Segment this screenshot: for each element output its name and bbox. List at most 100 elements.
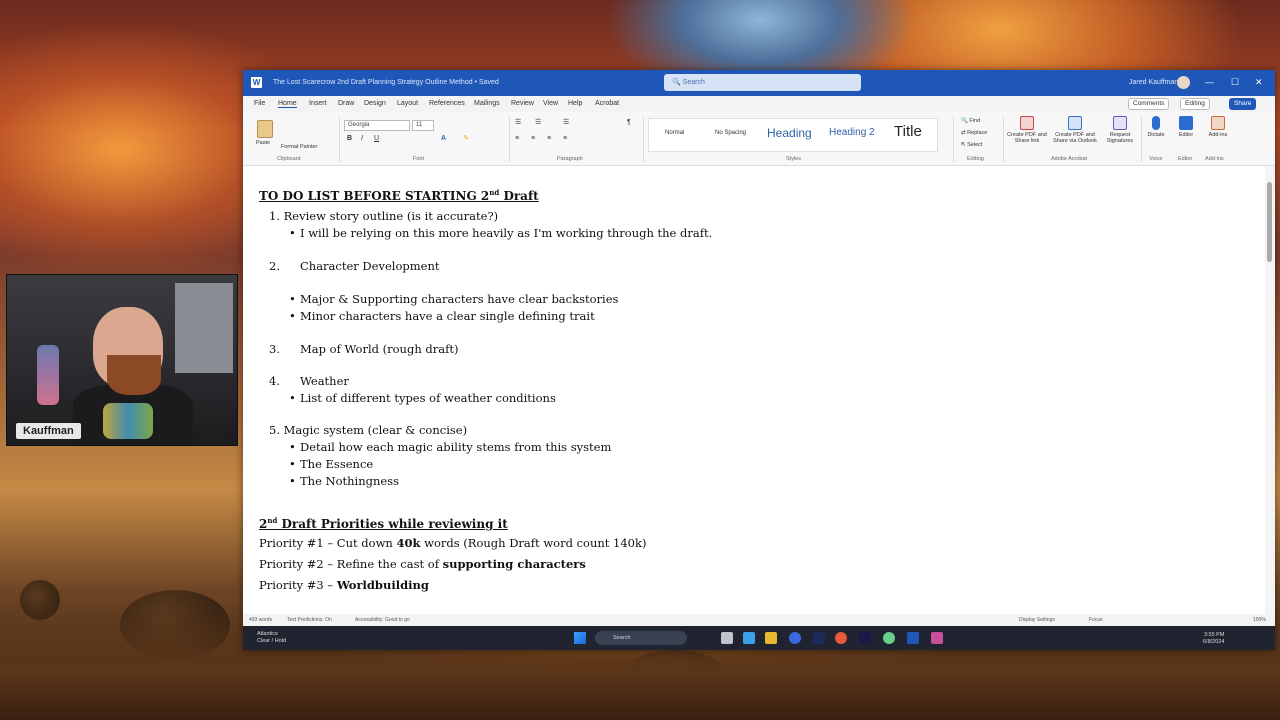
taskbar: Atlantics Clear / Hold Search 3:55 PM 6/… — [243, 626, 1275, 650]
file-explorer-icon[interactable] — [765, 632, 777, 644]
minimize-button[interactable]: — — [1205, 77, 1214, 87]
tab-layout[interactable]: Layout — [397, 100, 418, 107]
microphone-icon — [1152, 116, 1160, 130]
weather-subtitle: Clear / Hold — [257, 638, 287, 644]
focus-button[interactable]: Focus — [1089, 617, 1103, 623]
clock-time: 3:55 PM — [1203, 632, 1225, 638]
accessibility-status[interactable]: Accessibility: Good to go — [355, 617, 410, 623]
numbering-icon[interactable]: ☰ — [535, 119, 541, 126]
pdf-icon — [1020, 116, 1034, 130]
zoom-level[interactable]: 100% — [1253, 617, 1266, 623]
close-button[interactable]: ✕ — [1255, 77, 1263, 88]
camera-app-icon[interactable] — [931, 632, 943, 644]
replace-label: Replace — [967, 130, 988, 136]
align-left-icon[interactable]: ≡ — [515, 135, 519, 142]
share-button[interactable]: Share — [1229, 98, 1257, 110]
search-input[interactable]: 🔍 Search — [664, 74, 861, 91]
ribbon-divider — [509, 116, 510, 162]
underline-button[interactable]: U — [374, 135, 379, 142]
create-pdf-outlook-button[interactable]: Create PDF and Share via Outlook — [1051, 116, 1099, 144]
show-marks-icon[interactable]: ¶ — [627, 119, 631, 126]
dictate-button[interactable]: Dictate — [1145, 116, 1167, 138]
create-pdf-share-label: Create PDF and Share link — [1007, 132, 1047, 144]
document-title: The Lost Scarecrow 2nd Draft Planning St… — [273, 79, 499, 86]
scrollbar-thumb[interactable] — [1267, 182, 1272, 262]
highlight-icon[interactable]: ✎ — [463, 135, 469, 142]
user-name[interactable]: Jared Kauffman — [1129, 79, 1178, 86]
italic-button[interactable]: I — [361, 135, 363, 142]
avatar[interactable] — [1177, 76, 1190, 89]
editor-icon — [1179, 116, 1193, 130]
replace-button[interactable]: ⇄ Replace — [961, 130, 987, 136]
tab-insert[interactable]: Insert — [309, 100, 327, 107]
create-pdf-share-button[interactable]: Create PDF and Share link — [1007, 116, 1047, 144]
editor-button[interactable]: Editor — [1175, 116, 1197, 138]
priority-1-suffix: words (Rough Draft word count 140k) — [420, 536, 647, 550]
style-heading[interactable]: Heading — [767, 126, 812, 140]
ribbon-divider — [643, 116, 644, 162]
priorities-heading: 2nd Draft Priorities while reviewing it — [259, 516, 508, 531]
document-body[interactable]: TO DO LIST BEFORE STARTING 2nd Draft 1. … — [243, 166, 1265, 614]
search-placeholder: Search — [682, 79, 705, 86]
maximize-button[interactable]: ☐ — [1231, 77, 1239, 88]
edge-icon[interactable] — [743, 632, 755, 644]
paste-button[interactable]: Paste — [256, 140, 270, 146]
justify-icon[interactable]: ≡ — [563, 135, 567, 142]
task-view-icon[interactable] — [721, 632, 733, 644]
taskbar-search-input[interactable]: Search — [595, 631, 687, 645]
style-heading-2[interactable]: Heading 2 — [829, 127, 875, 138]
editor-label: Editor — [1178, 132, 1194, 138]
align-right-icon[interactable]: ≡ — [547, 135, 551, 142]
tab-view[interactable]: View — [543, 100, 558, 107]
weather-widget[interactable]: Atlantics Clear / Hold — [257, 631, 286, 645]
todo-item-4: Weather — [300, 374, 349, 388]
paste-icon[interactable] — [257, 120, 273, 138]
find-button[interactable]: 🔍 Find — [961, 118, 980, 124]
font-size-select[interactable]: 11 — [412, 120, 434, 131]
tab-help[interactable]: Help — [568, 100, 582, 107]
chrome-icon[interactable] — [835, 632, 847, 644]
select-button[interactable]: ⇱ Select — [961, 142, 982, 148]
tab-references[interactable]: References — [429, 100, 465, 107]
create-pdf-outlook-label: Create PDF and Share via Outlook — [1053, 132, 1097, 144]
text-predictions-status[interactable]: Text Predictions: On — [287, 617, 332, 623]
style-no-spacing[interactable]: No Spacing — [715, 130, 746, 136]
tab-home[interactable]: Home — [278, 100, 297, 108]
tab-review[interactable]: Review — [511, 100, 534, 107]
priority-2-bold: supporting characters — [442, 557, 586, 571]
tab-draw[interactable]: Draw — [338, 100, 354, 107]
style-title[interactable]: Title — [894, 123, 922, 140]
system-clock[interactable]: 3:55 PM 6/8/2024 — [1203, 632, 1224, 646]
tab-acrobat[interactable]: Acrobat — [595, 100, 619, 107]
bold-button[interactable]: B — [347, 135, 352, 142]
priority-1-bold: 40k — [396, 536, 421, 550]
todo-heading-suffix: Draft — [499, 189, 539, 203]
find-label: Find — [969, 118, 981, 124]
multilevel-list-icon[interactable]: ☰ — [563, 119, 569, 126]
word-count[interactable]: 493 words — [249, 617, 272, 623]
style-normal[interactable]: Normal — [665, 130, 684, 136]
tab-file[interactable]: File — [254, 100, 265, 107]
premiere-icon[interactable] — [859, 632, 871, 644]
priority-1-text: Priority #1 – Cut down — [259, 536, 397, 550]
pinned-app-icon[interactable] — [883, 632, 895, 644]
status-bar: 493 words Text Predictions: On Accessibi… — [243, 614, 1275, 626]
request-signatures-button[interactable]: Request Signatures — [1103, 116, 1137, 144]
format-painter-button[interactable]: Format Painter — [281, 144, 317, 150]
display-settings-button[interactable]: Display Settings — [1019, 617, 1055, 623]
editing-mode-button[interactable]: Editing — [1180, 98, 1210, 110]
font-name-select[interactable]: Georgia — [344, 120, 410, 131]
app-icon[interactable] — [789, 632, 801, 644]
bullets-icon[interactable]: ☰ — [515, 119, 521, 126]
photoshop-icon[interactable] — [813, 632, 825, 644]
addins-button[interactable]: Add-ins — [1205, 116, 1231, 138]
font-color-icon[interactable]: A — [441, 135, 446, 142]
comments-button[interactable]: Comments — [1128, 98, 1170, 110]
tab-design[interactable]: Design — [364, 100, 386, 107]
align-center-icon[interactable]: ≡ — [531, 135, 535, 142]
windows-start-icon[interactable] — [574, 632, 586, 644]
word-taskbar-icon[interactable] — [907, 632, 919, 644]
addins-label: Add-ins — [1208, 132, 1228, 138]
vertical-scrollbar[interactable] — [1265, 166, 1275, 614]
tab-mailings[interactable]: Mailings — [474, 100, 500, 107]
